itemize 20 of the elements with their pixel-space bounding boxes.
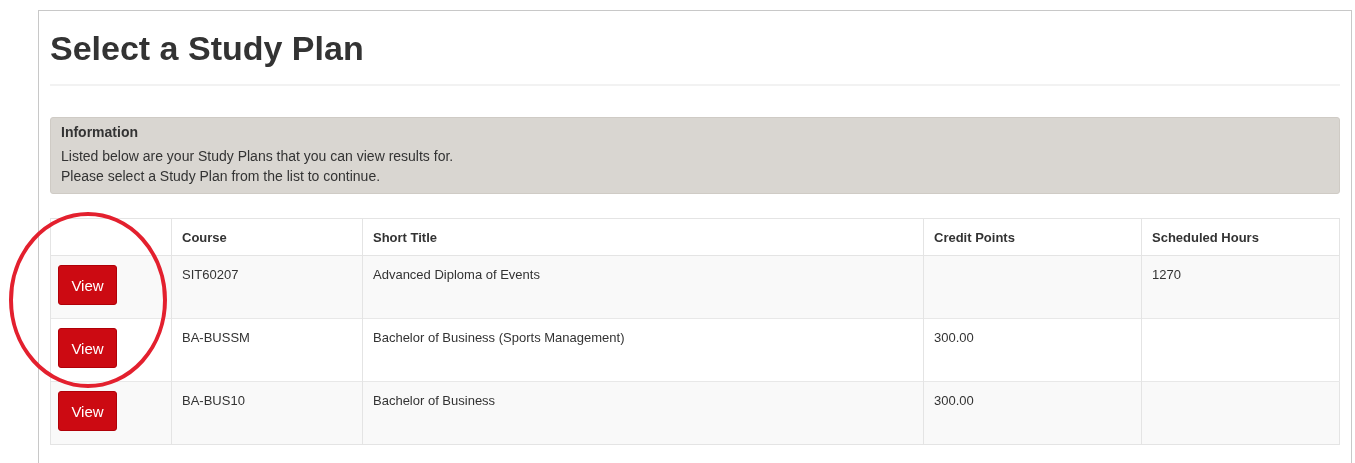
table-cell: Bachelor of Business — [373, 393, 496, 408]
information-text: Please select a Study Plan from the list to continue. — [61, 168, 381, 184]
view-button[interactable]: View — [58, 265, 117, 305]
column-header: Credit Points — [934, 229, 1015, 245]
table-cell: 1270 — [1152, 267, 1181, 282]
table-cell: BA-BUS10 — [182, 393, 245, 408]
table-cell: SIT60207 — [182, 267, 239, 282]
table-cell: 300.00 — [934, 330, 974, 345]
column-header: Course — [182, 229, 227, 245]
table-cell: Bachelor of Business (Sports Management) — [373, 330, 625, 345]
table-cell: 300.00 — [934, 393, 974, 408]
information-text: Listed below are your Study Plans that you can view results for. — [61, 148, 454, 164]
page-title: Select a Study Plan — [50, 29, 364, 68]
view-button[interactable]: View — [58, 391, 117, 431]
table-cell: BA-BUSSM — [182, 330, 250, 345]
column-header: Scheduled Hours — [1152, 229, 1259, 245]
table-cell: Advanced Diploma of Events — [373, 267, 540, 282]
view-button[interactable]: View — [58, 328, 117, 368]
column-header: Short Title — [373, 229, 438, 245]
information-heading: Information — [61, 124, 138, 140]
